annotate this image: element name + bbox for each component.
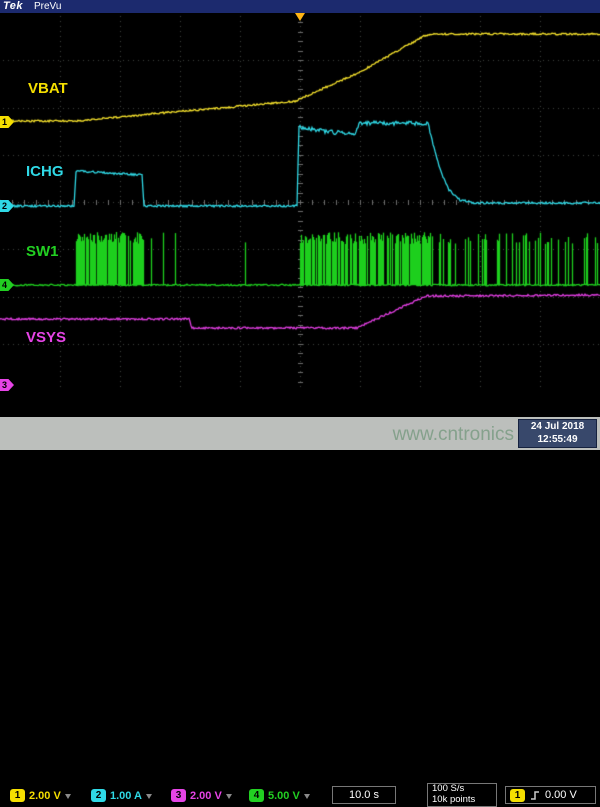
ch1-readout: 1 2.00 V xyxy=(10,789,71,802)
trigger-source-badge: 1 xyxy=(510,789,525,802)
time-text: 12:55:49 xyxy=(537,434,577,447)
footer-strip: www.cntronics 24 Jul 2018 12:55:49 xyxy=(0,417,600,450)
ch4-scale-value: 5.00 V xyxy=(268,790,300,802)
watermark-text: www.cntronics xyxy=(393,424,514,446)
sample-rate: 100 S/s xyxy=(432,784,464,795)
probe-marker-icon xyxy=(304,794,310,799)
ch3-trace-label: VSYS xyxy=(26,329,66,346)
top-status-bar: Tek PreVu xyxy=(0,0,600,13)
ch2-readout: 2 1.00 A xyxy=(91,789,152,802)
ch2-trace-label: ICHG xyxy=(26,163,64,180)
acquisition-mode-label: PreVu xyxy=(34,1,61,12)
ch4-trace-label: SW1 xyxy=(26,243,59,260)
ch4-readout: 4 5.00 V xyxy=(249,789,310,802)
ch1-scale-value: 2.00 V xyxy=(29,790,61,802)
date-text: 24 Jul 2018 xyxy=(531,421,584,434)
ch2-badge: 2 xyxy=(91,789,106,802)
trigger-level-value: 0.00 V xyxy=(545,789,577,801)
probe-marker-icon xyxy=(65,794,71,799)
oscilloscope-screen: Tek PreVu VBAT ICHG SW1 VSYS 1 2 4 3 1 2… xyxy=(0,0,600,450)
bottom-status-bar: 1 2.00 V 2 1.00 A 3 2.00 V 4 5.00 V 10.0… xyxy=(0,391,600,417)
ch1-badge: 1 xyxy=(10,789,25,802)
probe-marker-icon xyxy=(146,794,152,799)
ch3-readout: 3 2.00 V xyxy=(171,789,232,802)
trigger-readout: 1 0.00 V xyxy=(505,786,596,804)
acquisition-readout: 100 S/s 10k points xyxy=(427,783,497,807)
ch3-scale-value: 2.00 V xyxy=(190,790,222,802)
probe-marker-icon xyxy=(226,794,232,799)
datetime-box: 24 Jul 2018 12:55:49 xyxy=(518,419,597,448)
waveform-display xyxy=(0,13,600,391)
rising-edge-icon xyxy=(529,789,541,801)
ch2-scale-value: 1.00 A xyxy=(110,790,142,802)
ch4-badge: 4 xyxy=(249,789,264,802)
timebase-readout: 10.0 s xyxy=(332,786,396,804)
ch3-badge: 3 xyxy=(171,789,186,802)
trigger-position-icon xyxy=(295,13,305,21)
ch1-trace-label: VBAT xyxy=(28,80,68,97)
tek-logo: Tek xyxy=(3,0,23,12)
record-length: 10k points xyxy=(432,795,475,806)
